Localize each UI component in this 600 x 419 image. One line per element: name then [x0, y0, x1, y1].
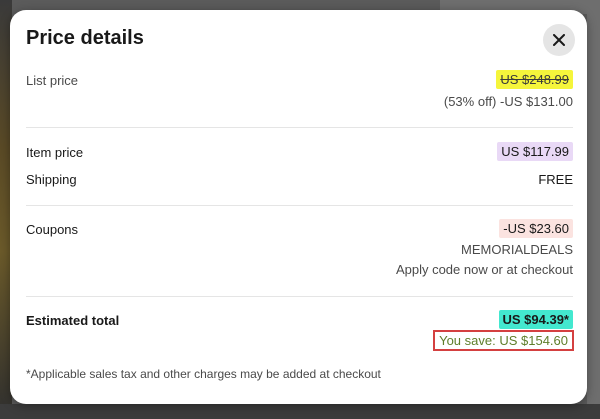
shipping-value: FREE	[538, 172, 573, 187]
divider	[26, 296, 573, 297]
coupon-code: MEMORIALDEALS	[461, 242, 573, 257]
background-page-right	[587, 0, 600, 419]
item-price-value-wrap: US $117.99	[497, 142, 573, 161]
coupons-value: -US $23.60	[499, 219, 573, 238]
tax-footnote: *Applicable sales tax and other charges …	[26, 367, 381, 381]
list-price-discount: (53% off) -US $131.00	[443, 94, 573, 109]
item-price-value: US $117.99	[497, 142, 573, 161]
estimated-total-value-wrap: US $94.39*	[498, 310, 573, 329]
divider	[26, 205, 573, 206]
background-page-bottom	[0, 404, 600, 419]
list-price-label: List price	[26, 73, 79, 88]
close-icon	[553, 34, 565, 46]
shipping-label: Shipping	[26, 172, 77, 187]
estimated-total-value: US $94.39*	[498, 310, 573, 329]
savings-callout: You save: US $154.60	[433, 330, 574, 351]
estimated-total-label: Estimated total	[26, 313, 120, 328]
list-price-value-wrap: US $248.99	[496, 70, 573, 89]
coupons-label: Coupons	[26, 222, 79, 237]
list-price-value: US $248.99	[496, 70, 573, 89]
price-details-dialog: Price details List price US $248.99 (53%…	[10, 10, 587, 404]
close-button[interactable]	[543, 24, 575, 56]
dialog-title: Price details	[26, 27, 144, 49]
screen: Price details List price US $248.99 (53%…	[0, 0, 600, 419]
divider	[26, 127, 573, 128]
item-price-label: Item price	[26, 145, 84, 160]
coupons-value-wrap: -US $23.60	[499, 219, 573, 238]
coupon-hint: Apply code now or at checkout	[395, 262, 573, 277]
